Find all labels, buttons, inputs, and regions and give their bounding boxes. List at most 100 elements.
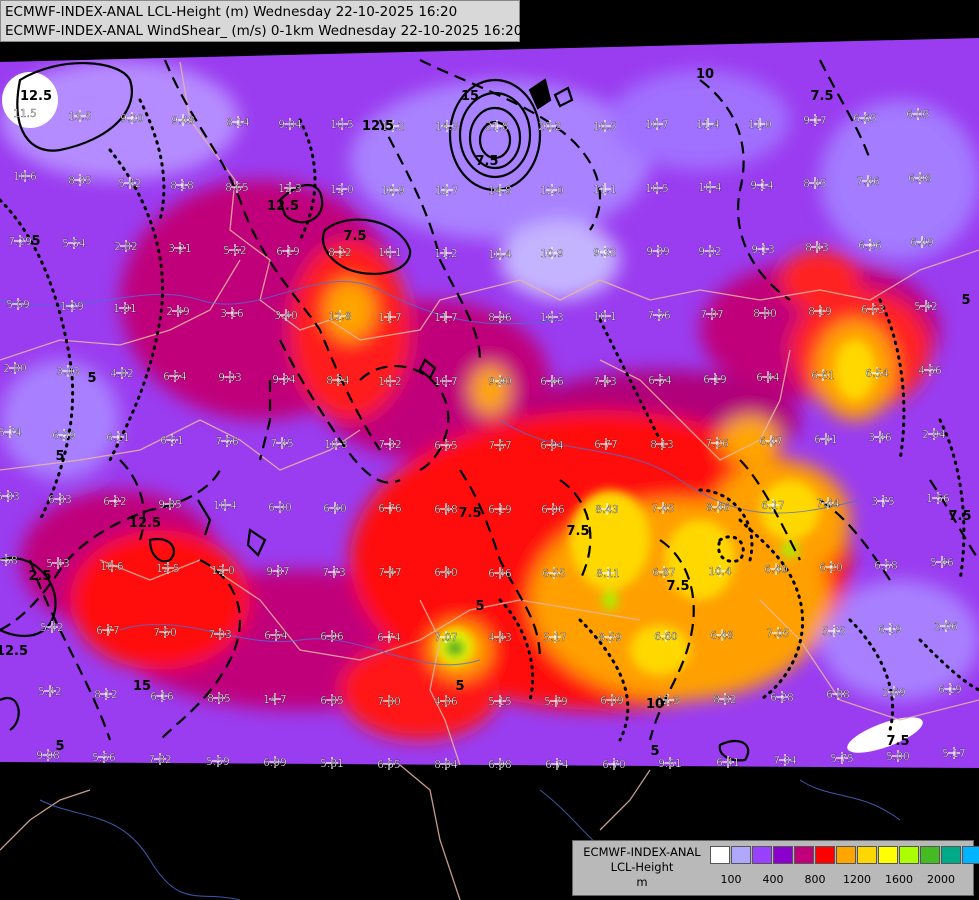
shear-value-label: 5.79 bbox=[544, 696, 567, 708]
shear-value-label: 14.8 bbox=[488, 185, 511, 197]
shear-value-label: 10.9 bbox=[540, 248, 563, 260]
shear-value-label: 8.85 bbox=[207, 693, 230, 705]
shear-value-label: 6.63 bbox=[861, 304, 884, 316]
shear-value-label: 10.9 bbox=[381, 185, 404, 197]
shear-value-label: 11.2 bbox=[434, 248, 457, 260]
shear-value-label: 12.8 bbox=[328, 311, 351, 323]
shear-value-label: 4.86 bbox=[434, 696, 458, 708]
shear-value-label: 8.45 bbox=[803, 178, 826, 190]
contour-label: 10 bbox=[646, 697, 664, 712]
map-title: ECMWF-INDEX-ANAL LCL-Height (m) Wednesda… bbox=[0, 0, 522, 42]
shear-value-label: 6.26 bbox=[858, 240, 882, 252]
shear-value-label: 5.75 bbox=[830, 753, 853, 765]
shear-value-label: 10.4 bbox=[698, 182, 722, 194]
shear-value-label: 7.80 bbox=[377, 696, 400, 708]
shear-value-label: 7.73 bbox=[322, 567, 345, 579]
shear-value-label: 10.1 bbox=[378, 247, 401, 259]
legend-swatch bbox=[857, 846, 877, 864]
shear-value-label: 8.43 bbox=[805, 242, 828, 254]
shear-value-label: 5.69 bbox=[6, 299, 29, 311]
shear-value-label: 8.96 bbox=[488, 312, 512, 324]
shear-value-label: 6.19 bbox=[276, 246, 299, 258]
shear-value-label: 9.32 bbox=[593, 247, 616, 259]
shear-value-label: 6.87 bbox=[652, 567, 675, 579]
shear-value-label: 9.34 bbox=[272, 374, 296, 386]
shear-value-label: 8.46 bbox=[706, 502, 730, 514]
shear-value-label: 7.56 bbox=[215, 436, 239, 448]
shear-value-label: 1.91 bbox=[113, 303, 136, 315]
contour-label: 5 bbox=[475, 599, 484, 614]
legend-tick: 2000 bbox=[927, 873, 955, 886]
contour-label: 7.5 bbox=[666, 579, 689, 594]
shear-value-label: 5.42 bbox=[40, 622, 63, 634]
shear-value-label: 6.44 bbox=[756, 372, 780, 384]
shear-value-label: 10.1 bbox=[593, 311, 616, 323]
shear-value-label: 10.4 bbox=[488, 249, 512, 261]
shear-value-label: 7.32 bbox=[378, 439, 401, 451]
shear-value-label: 9.04 bbox=[278, 119, 302, 131]
shear-value-label: 6.55 bbox=[542, 568, 565, 580]
shear-value-label: 9.48 bbox=[171, 115, 194, 127]
shear-value-label: 10.3 bbox=[324, 439, 347, 451]
legend-source: ECMWF-INDEX-ANAL bbox=[583, 845, 701, 859]
legend-swatch bbox=[836, 846, 856, 864]
contour-label: 12.5 bbox=[362, 119, 394, 134]
shear-value-label: 10.4 bbox=[708, 566, 732, 578]
shear-value-label: 7.05 bbox=[766, 628, 789, 640]
shear-value-label: 11.5 bbox=[13, 108, 36, 120]
shear-value-label: 3.21 bbox=[168, 243, 191, 255]
shear-value-label: 9.90 bbox=[488, 376, 511, 388]
legend-swatches bbox=[710, 846, 979, 864]
shear-value-label: 6.19 bbox=[878, 624, 901, 636]
shear-value-label: 3.75 bbox=[871, 496, 894, 508]
shear-value-label: 6.74 bbox=[377, 632, 401, 644]
shear-value-label: 6.05 bbox=[906, 109, 929, 121]
shear-value-label: 5.58 bbox=[0, 555, 18, 567]
shear-value-label: 6.19 bbox=[703, 374, 726, 386]
shear-value-label: 2.69 bbox=[882, 687, 905, 699]
legend-tick: 1200 bbox=[843, 873, 871, 886]
shear-value-label: 6.65 bbox=[853, 113, 876, 125]
contour-label: 5 bbox=[961, 293, 970, 308]
contour-label: 5 bbox=[455, 679, 464, 694]
shear-value-label: 4.43 bbox=[488, 632, 511, 644]
shear-value-label: 5.42 bbox=[914, 301, 937, 313]
shear-value-label: 11.4 bbox=[696, 119, 720, 131]
shear-value-label: 6.40 bbox=[764, 564, 787, 576]
contour-label: 5 bbox=[55, 739, 64, 754]
shear-value-label: 9.03 bbox=[218, 372, 241, 384]
shear-value-label: 6.48 bbox=[434, 504, 457, 516]
shear-value-label: 8.59 bbox=[598, 632, 621, 644]
shear-value-label: 9.17 bbox=[803, 115, 826, 127]
shear-value-label: 5.81 bbox=[320, 758, 343, 770]
legend-swatch bbox=[710, 846, 730, 864]
shear-value-label: 9.85 bbox=[158, 499, 181, 511]
shear-value-label: 6.64 bbox=[264, 630, 288, 642]
shear-value-label: 6.33 bbox=[48, 494, 71, 506]
shear-value-label: 10.4 bbox=[213, 500, 237, 512]
shear-value-label: 9.13 bbox=[751, 244, 774, 256]
shear-value-label: 3.03 bbox=[56, 366, 79, 378]
shear-value-label: 6.54 bbox=[163, 371, 187, 383]
shear-value-label: 6.48 bbox=[710, 630, 733, 642]
shear-value-label: 10.5 bbox=[593, 121, 616, 133]
legend-swatch bbox=[752, 846, 772, 864]
shear-value-label: 6.16 bbox=[150, 691, 174, 703]
shear-value-label: 9.61 bbox=[658, 758, 681, 770]
shear-value-label: 2.82 bbox=[114, 241, 137, 253]
legend-tick: 400 bbox=[762, 873, 784, 886]
contour-label: 7.5 bbox=[566, 524, 589, 539]
contour-label: 5 bbox=[55, 449, 64, 464]
shear-value-label: 12.5 bbox=[156, 563, 179, 575]
contour-label: 12.5 bbox=[0, 644, 28, 659]
shear-value-label: 7.50 bbox=[153, 627, 176, 639]
shear-value-label: 6.55 bbox=[434, 440, 457, 452]
legend-swatch bbox=[878, 846, 898, 864]
shear-value-label: 6.98 bbox=[488, 759, 511, 771]
contour-label: 7.5 bbox=[458, 506, 481, 521]
shear-value-label: 3.40 bbox=[274, 310, 297, 322]
shear-value-label: 11.7 bbox=[434, 312, 457, 324]
shear-value-label: 7.26 bbox=[705, 438, 729, 450]
contour-label: 7.5 bbox=[886, 734, 909, 749]
shear-value-label: 6.47 bbox=[759, 436, 782, 448]
